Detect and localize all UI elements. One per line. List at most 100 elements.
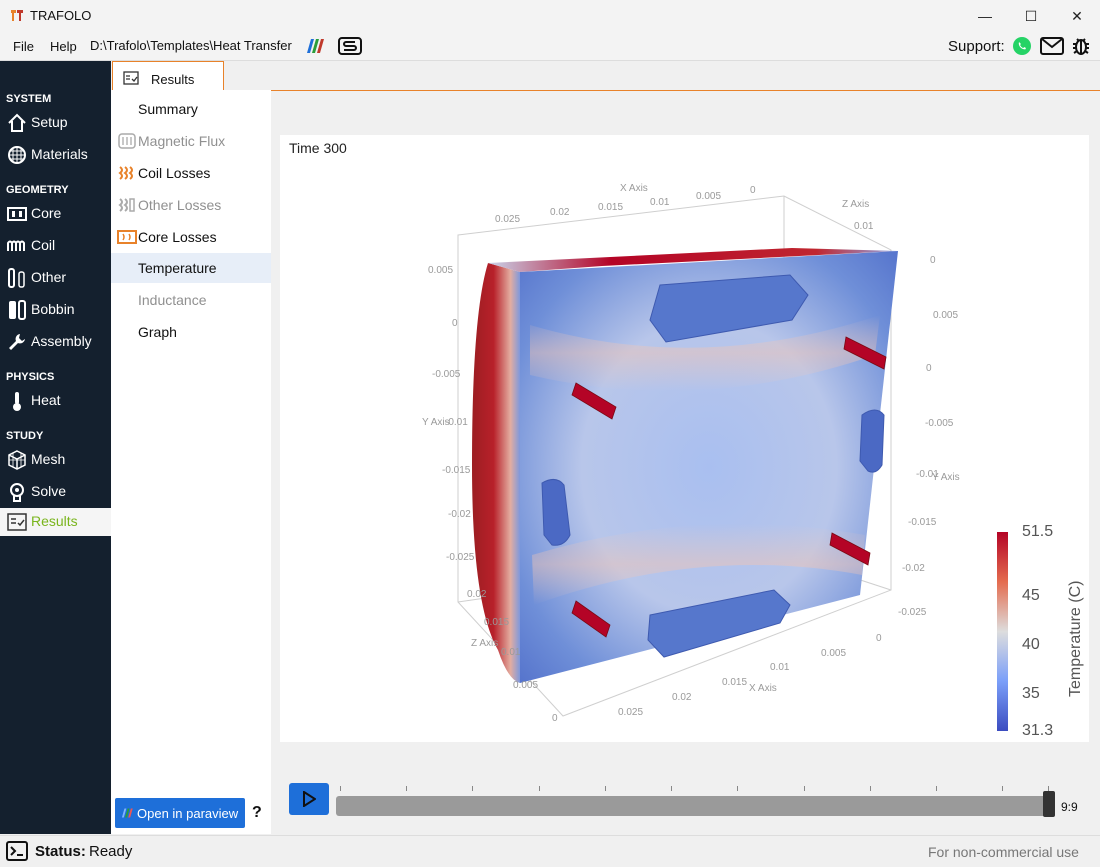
results-item-magnetic-flux[interactable]: Magnetic Flux [111,126,271,156]
tab-results[interactable]: Results [112,61,224,91]
results-item-label: Inductance [138,292,207,308]
colorbar-min: 31.3 [1022,722,1053,739]
colorbar-labels: 51.5 45 40 35 31.3 Temperature (C) [1022,523,1084,739]
slider-tick [406,786,407,791]
bottom-x-tick: 0.015 [722,677,747,688]
left-y-tick: 0.005 [428,265,453,276]
menu-bar: File Help D:\Trafolo\Templates\Heat Tran… [0,32,1100,61]
menu-help[interactable]: Help [50,39,77,54]
whatsapp-icon[interactable] [1012,36,1032,56]
maximize-button[interactable]: ☐ [1008,0,1054,32]
thermometer-icon [13,392,21,411]
sidebar-item-label: Core [31,205,62,221]
sidebar-item-materials[interactable]: Materials [0,141,111,169]
results-item-inductance[interactable]: Inductance [111,285,271,315]
slider-tick [340,786,341,791]
results-item-graph[interactable]: Graph [111,317,271,347]
results-item-label: Summary [138,101,198,117]
sidebar-item-label: Bobbin [31,301,75,317]
slider-tick [804,786,805,791]
results-item-temperature[interactable]: Temperature [111,253,271,283]
left-y-tick: -0.015 [442,465,471,476]
sidebar-item-bobbin[interactable]: Bobbin [0,296,111,324]
menu-file[interactable]: File [13,39,34,54]
colorbar-tick: 35 [1022,685,1040,702]
minimize-button[interactable]: — [962,0,1008,32]
left-y-tick: -0.02 [448,509,471,520]
sidebar-item-setup[interactable]: Setup [0,109,111,137]
sidebar-item-label: Mesh [31,451,66,467]
left-z-axis-title: Z Axis [471,638,498,649]
sidebar-item-solve[interactable]: Solve [0,478,111,506]
sidebar-item-coil[interactable]: Coil [0,232,111,260]
mail-icon[interactable] [1040,37,1064,55]
support-label: Support: [948,38,1005,55]
other-losses-icon [118,198,135,212]
right-y-tick: -0.025 [898,607,927,618]
materials-grid-icon [8,146,26,164]
coil-icon [7,240,25,251]
left-y-tick: -0.025 [446,552,475,563]
terminal-icon [6,841,28,861]
results-item-label: Coil Losses [138,165,211,181]
tab-label: Results [151,72,195,87]
paraview-icon[interactable] [304,38,326,54]
section-study: STUDY [6,430,44,442]
results-item-label: Temperature [138,260,217,276]
solve-gear-icon [10,483,24,502]
slider-tick [737,786,738,791]
salome-icon[interactable] [338,36,362,56]
top-z-axis-title: Z Axis [842,199,869,210]
sidebar-item-label: Other [31,269,67,285]
left-y-tick: -0.01 [445,417,468,428]
close-button[interactable]: ✕ [1054,0,1100,32]
license-note: For non-commercial use [928,844,1079,860]
colorbar-tick: 45 [1022,587,1040,604]
status-label: Status: [35,843,86,860]
time-label: Time 300 [289,140,347,156]
coil-losses-icon [118,166,133,180]
bottom-x-tick: 0 [876,633,882,644]
sidebar-item-results[interactable]: Results [0,508,111,536]
right-y-tick: -0.005 [925,418,954,429]
time-slider-handle[interactable] [1043,791,1055,817]
open-in-paraview-label: Open in paraview [137,806,239,821]
sidebar-item-core[interactable]: Core [0,200,111,228]
results-item-coil-losses[interactable]: Coil Losses [111,158,271,188]
close-icon: ✕ [1071,7,1083,24]
slider-tick [1002,786,1003,791]
sidebar-item-mesh[interactable]: Mesh [0,446,111,474]
open-in-paraview-button[interactable]: Open in paraview [115,798,245,828]
core-losses-icon [117,230,137,244]
top-x-tick: 0.025 [495,214,520,225]
results-item-other-losses[interactable]: Other Losses [111,190,271,220]
slider-tick [605,786,606,791]
left-z-tick: 0.005 [513,680,538,691]
results-item-summary[interactable]: Summary [111,94,271,124]
bobbin-icon [9,300,26,320]
sidebar-item-heat[interactable]: Heat [0,387,111,415]
results-item-label: Other Losses [138,197,222,213]
app-title: TRAFOLO [30,8,92,23]
maximize-icon: ☐ [1024,7,1038,24]
right-y-axis-title: Y Axis [932,472,960,483]
temperature-3d-plot[interactable]: X Axis Z Axis 0.025 0.02 0.015 0.01 0.00… [280,135,1089,742]
sidebar-item-other[interactable]: Other [0,264,111,292]
sidebar-item-assembly[interactable]: Assembly [0,328,111,356]
play-button[interactable] [289,783,329,815]
results-item-core-losses[interactable]: Core Losses [111,222,271,252]
paraview-render-view[interactable]: X Axis Z Axis 0.025 0.02 0.015 0.01 0.00… [280,135,1089,742]
results-checklist-icon [7,513,27,531]
frame-counter: 9:9 [1061,800,1078,814]
sidebar-item-label: Solve [31,483,67,499]
bobbin-pad-right [859,409,885,473]
right-y-tick: 0 [926,363,932,374]
help-button[interactable]: ? [252,804,262,822]
left-y-tick: -0.005 [432,369,461,380]
right-y-tick: -0.02 [902,563,925,574]
bug-report-icon[interactable] [1071,36,1091,56]
time-slider-track[interactable] [336,796,1050,816]
right-y-tick: -0.015 [908,517,937,528]
title-bar: TRAFOLO — ☐ ✕ [0,0,1100,32]
paraview-icon [121,808,133,818]
